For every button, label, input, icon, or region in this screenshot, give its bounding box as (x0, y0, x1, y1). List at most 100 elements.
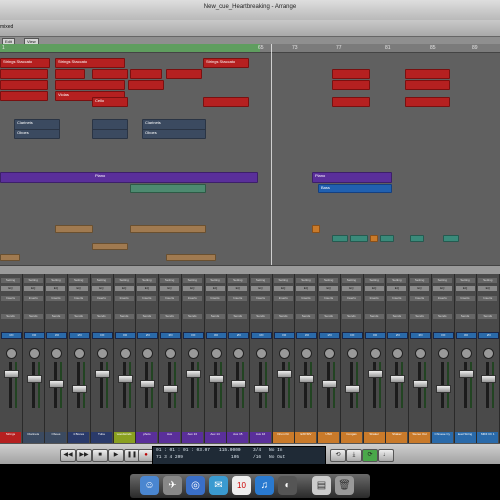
pan-knob[interactable] (346, 348, 358, 359)
region[interactable] (92, 69, 128, 79)
io-slot[interactable]: I/O (478, 332, 500, 339)
io-slot[interactable]: I/O (410, 332, 432, 339)
inserts-slot[interactable]: Inserts (387, 296, 407, 301)
sends-slot[interactable]: Sends (387, 314, 407, 319)
eq-slot[interactable]: EQ (205, 286, 225, 291)
channel-name[interactable]: EXP.MV (295, 432, 317, 443)
eq-slot[interactable]: EQ (341, 286, 361, 291)
pan-knob[interactable] (278, 348, 290, 359)
io-slot[interactable]: I/O (182, 332, 204, 339)
volume-fader[interactable] (4, 370, 19, 378)
calendar-icon[interactable]: 10 (232, 476, 251, 495)
setting-slot[interactable]: Setting (432, 278, 452, 283)
eq-slot[interactable]: EQ (69, 286, 89, 291)
region[interactable]: Strings Staccato (0, 58, 50, 68)
volume-fader[interactable] (435, 385, 451, 393)
eq-slot[interactable]: EQ (182, 286, 202, 291)
channel-name[interactable]: Shaker (363, 432, 385, 443)
bars-display[interactable]: 71 3 4 209 (156, 455, 183, 460)
sync-button[interactable]: ⟳ (362, 449, 378, 462)
mail-icon[interactable]: ✉ (209, 476, 228, 495)
volume-fader[interactable] (163, 385, 179, 393)
channel-name[interactable]: woodwinds (113, 432, 135, 443)
pan-knob[interactable] (483, 348, 495, 359)
playhead[interactable] (271, 44, 272, 265)
io-slot[interactable]: I/O (46, 332, 68, 339)
region[interactable] (0, 254, 20, 261)
eq-slot[interactable]: EQ (387, 286, 407, 291)
region[interactable] (130, 225, 206, 233)
region[interactable] (405, 69, 450, 79)
tempo-display[interactable]: 115.0000 (219, 448, 241, 453)
selector-label[interactable]: mixed (0, 24, 13, 30)
channel-name[interactable]: photo (136, 432, 158, 443)
inserts-slot[interactable]: Inserts (273, 296, 293, 301)
region[interactable] (55, 225, 93, 233)
setting-slot[interactable]: Setting (137, 278, 157, 283)
io-slot[interactable]: I/O (455, 332, 477, 339)
region[interactable]: Piano (312, 172, 392, 183)
channel-name[interactable]: Clarinets (22, 432, 44, 443)
io-slot[interactable]: I/O (69, 332, 91, 339)
eq-slot[interactable]: EQ (478, 286, 498, 291)
eq-slot[interactable]: EQ (160, 286, 180, 291)
eq-slot[interactable]: EQ (137, 286, 157, 291)
sends-slot[interactable]: Sends (364, 314, 384, 319)
channel-name[interactable]: Aux (159, 432, 181, 443)
pan-knob[interactable] (415, 348, 427, 359)
region[interactable]: Oboes (14, 129, 60, 139)
play-button[interactable]: ▶ (108, 449, 124, 462)
rocket-icon[interactable]: ✈ (163, 476, 182, 495)
sends-slot[interactable]: Sends (114, 314, 134, 319)
sends-slot[interactable]: Sends (23, 314, 43, 319)
channel-name[interactable]: Shaker (386, 432, 408, 443)
setting-slot[interactable]: Setting (91, 278, 111, 283)
volume-fader[interactable] (94, 370, 110, 378)
region[interactable] (55, 69, 85, 79)
pan-knob[interactable] (301, 348, 313, 359)
pan-knob[interactable] (324, 348, 336, 359)
eq-slot[interactable]: EQ (46, 286, 66, 291)
pan-knob[interactable] (437, 348, 449, 359)
trash-icon[interactable]: 🗑 (335, 476, 354, 495)
inserts-slot[interactable]: Inserts (478, 296, 498, 301)
pan-knob[interactable] (28, 348, 40, 359)
setting-slot[interactable]: Setting (160, 278, 180, 283)
volume-fader[interactable] (276, 370, 292, 378)
eq-slot[interactable]: EQ (23, 286, 43, 291)
region[interactable]: Strings Staccato (55, 58, 125, 68)
inserts-slot[interactable]: Inserts (251, 296, 270, 301)
sends-slot[interactable]: Sends (137, 314, 157, 319)
region[interactable] (443, 235, 459, 242)
region[interactable] (332, 97, 370, 107)
volume-fader[interactable] (231, 380, 247, 388)
setting-slot[interactable]: Setting (273, 278, 293, 283)
channel-name[interactable]: Aux 15 (227, 432, 249, 443)
channel-name[interactable]: Stereo Out (409, 432, 431, 443)
setting-slot[interactable]: Setting (319, 278, 339, 283)
setting-slot[interactable]: Setting (205, 278, 225, 283)
io-slot[interactable]: I/O (228, 332, 250, 339)
io-slot[interactable]: I/O (296, 332, 318, 339)
region[interactable]: Cello (92, 97, 128, 107)
channel-name[interactable]: Aux 13 (181, 432, 203, 443)
setting-slot[interactable]: Setting (23, 278, 43, 283)
setting-slot[interactable]: Setting (182, 278, 202, 283)
channel-name[interactable]: Congas (340, 432, 362, 443)
region[interactable] (166, 254, 216, 261)
volume-fader[interactable] (72, 385, 88, 393)
setting-slot[interactable]: Setting (228, 278, 248, 283)
region[interactable] (0, 91, 48, 101)
io-slot[interactable]: I/O (1, 332, 22, 339)
cycle-region[interactable] (0, 44, 260, 52)
inserts-slot[interactable]: Inserts (1, 296, 20, 301)
inserts-slot[interactable]: Inserts (182, 296, 202, 301)
region[interactable] (92, 129, 128, 139)
pan-knob[interactable] (96, 348, 108, 359)
region[interactable] (203, 97, 249, 107)
eq-slot[interactable]: EQ (432, 286, 452, 291)
channel-name[interactable]: Oboes (45, 432, 67, 443)
inserts-slot[interactable]: Inserts (432, 296, 452, 301)
sends-slot[interactable]: Sends (91, 314, 111, 319)
pan-knob[interactable] (392, 348, 404, 359)
